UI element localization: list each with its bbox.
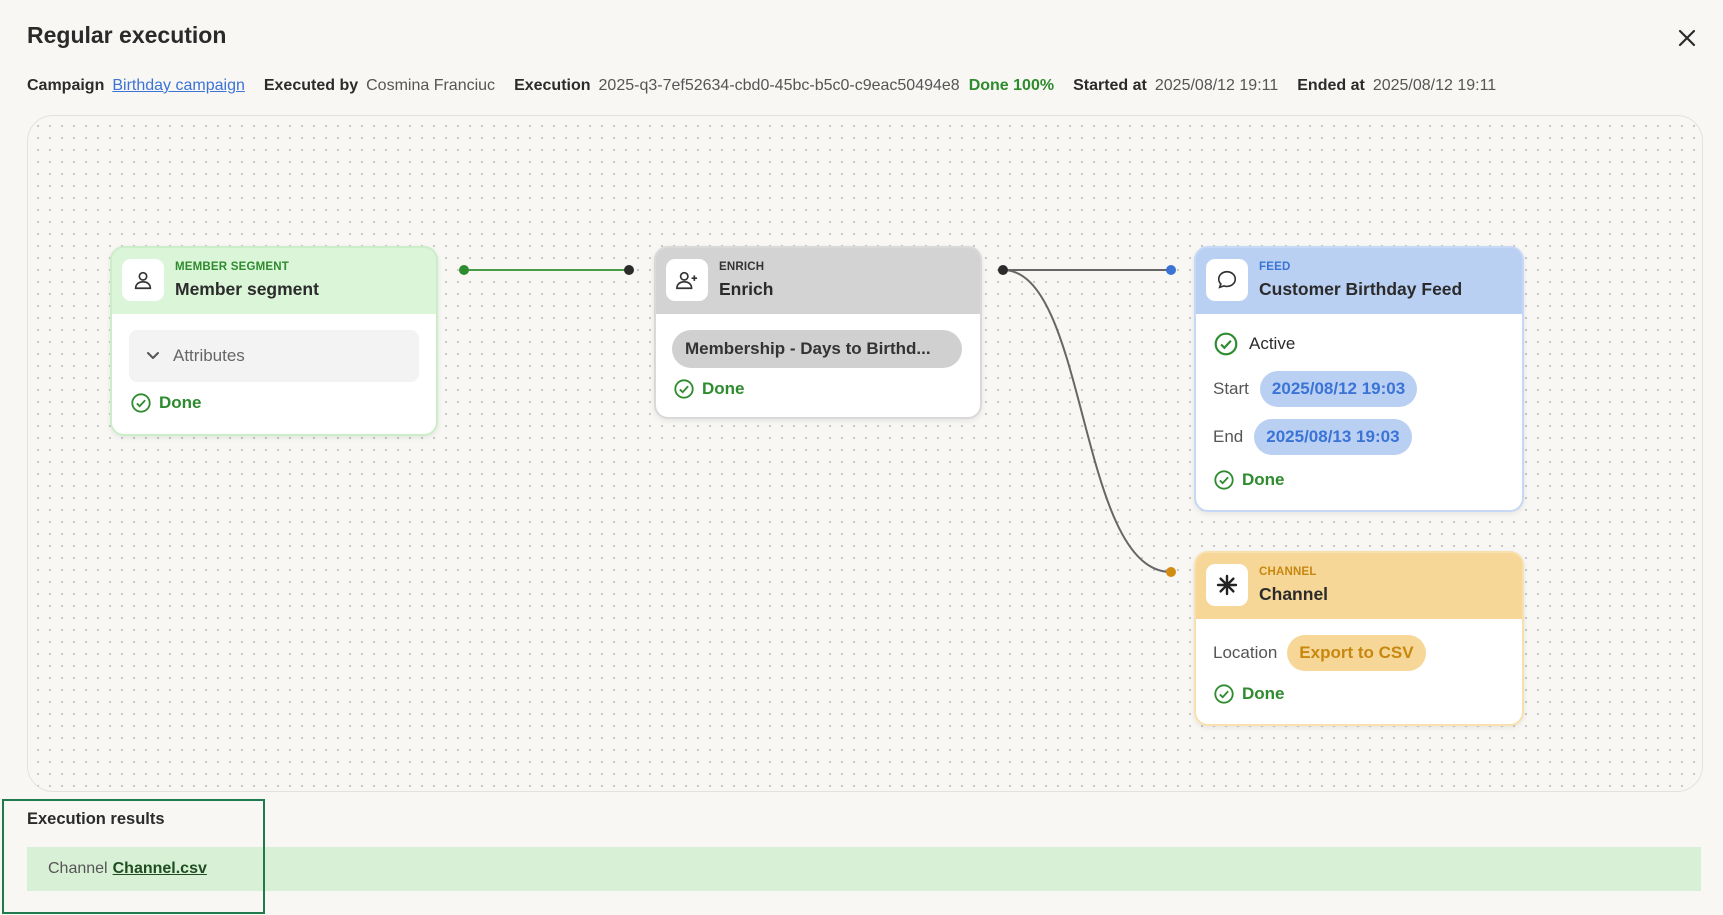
feed-active-status: Active — [1213, 331, 1295, 357]
status-label: Done — [702, 379, 745, 398]
feed-start-row: Start 2025/08/12 19:03 — [1213, 371, 1418, 407]
execution-result-row: Channel Channel.csv — [27, 847, 1701, 891]
close-button[interactable] — [1672, 23, 1702, 53]
check-circle-icon — [1214, 470, 1234, 490]
executed-by-value: Cosmina Franciuc — [366, 77, 496, 94]
flow-canvas[interactable]: MEMBER SEGMENT Member segment Attributes… — [27, 115, 1703, 792]
node-type-label: FEED — [1259, 261, 1291, 273]
feed-end-row: End 2025/08/13 19:03 — [1213, 419, 1412, 455]
execution-results-title: Execution results — [27, 810, 165, 828]
result-channel-label: Channel — [48, 860, 108, 877]
check-circle-icon — [674, 379, 694, 399]
node-type-label: CHANNEL — [1259, 566, 1317, 578]
message-bubble-icon — [1217, 270, 1237, 289]
execution-status: Done 100% — [968, 77, 1055, 94]
end-label: End — [1213, 427, 1244, 446]
close-icon — [1678, 29, 1696, 47]
started-label: Started at — [1073, 77, 1147, 94]
node-title: Enrich — [719, 279, 774, 299]
edge-enrich-out — [998, 265, 1008, 275]
enrich-attribute-chip: Membership - Days to Birthd... — [672, 330, 962, 368]
execution-meta: Campaign Birthday campaign Executed by C… — [27, 77, 1515, 95]
campaign-label: Campaign — [27, 77, 105, 94]
status-done: Done — [1213, 469, 1285, 491]
node-member-segment[interactable]: MEMBER SEGMENT Member segment Attributes… — [110, 246, 438, 436]
node-type-label: MEMBER SEGMENT — [175, 261, 289, 273]
check-circle-icon — [131, 393, 151, 413]
chevron-down-icon — [147, 352, 159, 359]
attributes-label: Attributes — [173, 346, 245, 365]
status-done: Done — [1213, 683, 1285, 705]
asterisk-icon — [1216, 574, 1238, 596]
start-date-chip: 2025/08/12 19:03 — [1259, 371, 1418, 407]
check-circle-icon — [1214, 332, 1238, 356]
edge-enrich-channel — [1002, 269, 1172, 573]
check-circle-icon — [1214, 684, 1234, 704]
node-title: Customer Birthday Feed — [1259, 279, 1463, 299]
executed-by-label: Executed by — [263, 77, 359, 94]
status-label: Done — [159, 393, 202, 412]
user-icon — [134, 271, 152, 290]
status-label: Done — [1242, 470, 1285, 489]
result-file-link[interactable]: Channel.csv — [113, 860, 207, 878]
edge-channel-in — [1166, 567, 1176, 577]
status-done: Done — [130, 392, 202, 414]
page-title: Regular execution — [27, 22, 227, 48]
node-channel[interactable]: CHANNEL Channel Location Export to CSV D… — [1194, 551, 1524, 726]
execution-id: 2025-q3-7ef52634-cbd0-45bc-b5c0-c9eac504… — [598, 77, 960, 94]
node-title: Member segment — [175, 279, 319, 299]
edge-segment-enrich-start — [459, 265, 469, 275]
node-feed[interactable]: FEED Customer Birthday Feed Active Start… — [1194, 246, 1524, 512]
status-label: Done — [1242, 684, 1285, 703]
start-label: Start — [1213, 379, 1249, 398]
end-date-chip: 2025/08/13 19:03 — [1254, 419, 1412, 455]
status-done: Done — [673, 378, 745, 400]
edge-segment-enrich-end — [624, 265, 634, 275]
attributes-toggle[interactable]: Attributes — [129, 330, 419, 382]
edge-feed-in — [1166, 265, 1176, 275]
node-enrich[interactable]: ENRICH Enrich Membership - Days to Birth… — [654, 246, 982, 419]
started-value: 2025/08/12 19:11 — [1154, 77, 1279, 94]
location-chip: Export to CSV — [1287, 635, 1426, 671]
active-label: Active — [1249, 334, 1296, 353]
execution-label: Execution — [514, 77, 591, 94]
node-title: Channel — [1259, 584, 1329, 604]
node-type-label: ENRICH — [719, 261, 765, 273]
ended-value: 2025/08/12 19:11 — [1372, 77, 1497, 94]
location-label: Location — [1213, 643, 1278, 662]
ended-label: Ended at — [1297, 77, 1365, 94]
channel-location-row: Location Export to CSV — [1213, 635, 1426, 671]
campaign-link[interactable]: Birthday campaign — [112, 77, 245, 95]
user-plus-icon — [676, 271, 698, 290]
